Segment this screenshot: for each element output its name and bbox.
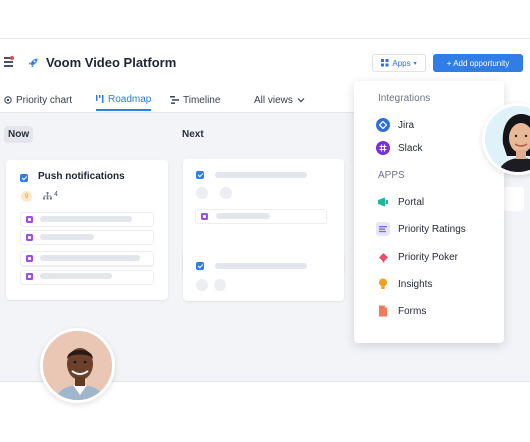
placeholder-bar (216, 213, 270, 219)
subtask-icon (201, 213, 208, 220)
placeholder-bar (40, 216, 132, 222)
column-now-label: Now (4, 126, 34, 143)
portal-icon (376, 195, 390, 209)
placeholder-circle (196, 187, 208, 199)
target-icon (4, 96, 12, 104)
tab-label: All views (254, 94, 293, 106)
placeholder-bar (40, 234, 94, 240)
placeholder-circle (196, 279, 208, 291)
column-next-label: Next (182, 129, 204, 140)
placeholder-bar (215, 263, 307, 269)
page: Voom Video Platform Apps ▾ + Add opportu… (0, 0, 530, 442)
person-avatar-icon (485, 106, 530, 172)
menu-item-label: Priority Ratings (398, 223, 466, 235)
menu-item-portal[interactable]: Portal (376, 193, 424, 211)
placeholder-circle (214, 279, 226, 291)
card-title: Push notifications (38, 171, 125, 182)
menu-item-label: Forms (398, 305, 427, 317)
placeholder-bar (40, 273, 112, 279)
menu-item-priority-poker[interactable]: Priority Poker (376, 248, 458, 266)
forms-icon (376, 304, 390, 318)
opportunity-card[interactable] (183, 251, 344, 301)
menu-item-insights[interactable]: Insights (376, 275, 432, 293)
subtask-icon (26, 255, 33, 262)
add-opportunity-button[interactable]: + Add opportunity (433, 54, 523, 72)
menu-item-label: Slack (398, 142, 423, 154)
roadmap-icon (96, 94, 104, 103)
product-title: Voom Video Platform (46, 55, 177, 70)
tab-label: Priority chart (16, 94, 73, 106)
opportunity-icon (20, 174, 28, 182)
opportunity-icon (196, 171, 204, 179)
menu-item-jira[interactable]: Jira (376, 116, 414, 134)
score-badge: 9 (21, 191, 32, 202)
apps-dropdown: Integrations Jira Slack APPS Portal Prio… (354, 81, 504, 343)
placeholder-bar (40, 255, 140, 261)
menu-item-label: Jira (398, 119, 415, 131)
menu-item-label: Priority Poker (398, 251, 459, 263)
apps-heading: APPS (378, 170, 405, 181)
subtask-icon (26, 216, 33, 223)
placeholder-bar (215, 172, 307, 178)
jira-icon (376, 118, 390, 132)
avatar (40, 328, 115, 403)
top-bar: Voom Video Platform Apps ▾ + Add opportu… (0, 39, 530, 87)
insights-icon (376, 277, 390, 291)
tab-timeline[interactable]: Timeline (170, 89, 220, 111)
person-avatar-icon (43, 331, 112, 400)
menu-item-label: Insights (398, 278, 433, 290)
poker-icon (376, 250, 390, 264)
tab-all-views[interactable]: All views (254, 89, 305, 111)
hierarchy-icon (43, 192, 52, 200)
subtask-icon (26, 234, 33, 241)
apps-button-label: Apps (392, 58, 411, 68)
menu-item-label: Portal (398, 196, 425, 208)
card-stub (504, 187, 524, 211)
integrations-heading: Integrations (378, 93, 431, 104)
placeholder-circle (220, 187, 232, 199)
menu-item-priority-ratings[interactable]: Priority Ratings (376, 220, 466, 238)
tab-roadmap[interactable]: Roadmap (96, 89, 152, 111)
tab-label: Roadmap (108, 93, 152, 105)
rocket-icon (28, 58, 38, 68)
notification-dot (10, 56, 14, 60)
caret-down-icon: ▾ (413, 60, 417, 67)
menu-item-slack[interactable]: Slack (376, 139, 422, 157)
subitem-count: 4 (54, 191, 58, 198)
chevron-down-icon (297, 98, 305, 103)
tab-label: Timeline (183, 94, 221, 106)
slack-icon (376, 141, 390, 155)
apps-button[interactable]: Apps ▾ (372, 54, 426, 72)
ratings-icon (376, 222, 390, 236)
subtask-icon (26, 273, 33, 280)
timeline-icon (170, 96, 179, 104)
tab-priority-chart[interactable]: Priority chart (4, 89, 72, 111)
grid-icon (381, 59, 389, 67)
menu-item-forms[interactable]: Forms (376, 302, 426, 320)
opportunity-icon (196, 262, 204, 270)
